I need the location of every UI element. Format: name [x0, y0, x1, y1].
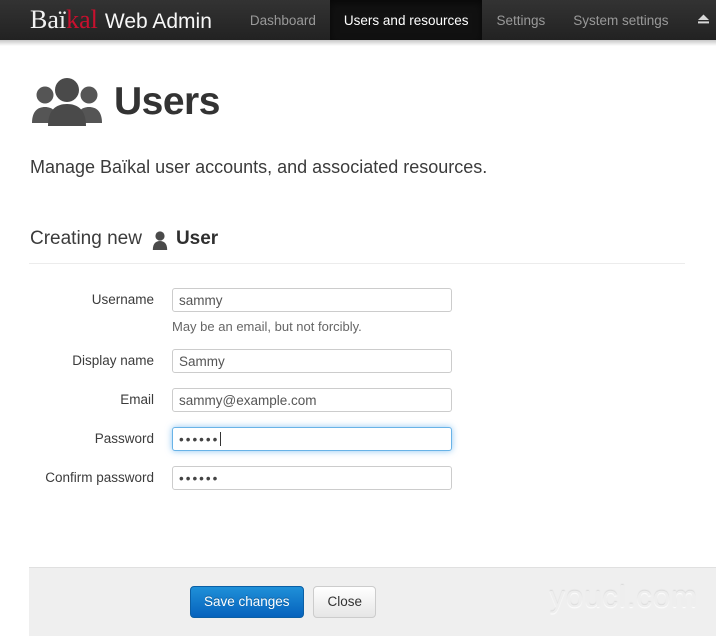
eject-icon [697, 13, 710, 25]
confirm-password-control: •••••• [172, 466, 452, 490]
text-cursor [220, 432, 222, 446]
nav-item-logout[interactable]: Logout [683, 0, 716, 40]
nav-item-settings[interactable]: Settings [482, 0, 559, 40]
brand-part-white: Baï [30, 5, 67, 34]
password-control: •••••• [172, 427, 452, 451]
username-label: Username [91, 292, 154, 307]
save-changes-button[interactable]: Save changes [190, 586, 304, 618]
confirm-password-label: Confirm password [45, 470, 154, 485]
confirm-password-input[interactable]: •••••• [172, 466, 452, 490]
user-form: Username May be an email, but not forcib… [30, 288, 686, 490]
nav-item-dashboard[interactable]: Dashboard [236, 0, 330, 40]
form-row-email: Email [30, 388, 686, 412]
email-control [172, 388, 452, 412]
nav-item-dashboard-label: Dashboard [249, 12, 316, 28]
section-heading-entity: User [175, 228, 219, 249]
section-heading: Creating new User [30, 228, 686, 250]
section-heading-prefix: Creating new [30, 228, 142, 249]
nav-links: Dashboard Users and resources Settings S… [236, 0, 716, 40]
display-name-control [172, 349, 452, 373]
username-input[interactable] [172, 288, 452, 312]
brand-logo[interactable]: Baïkal Web Admin [0, 7, 230, 33]
form-row-display-name: Display name [30, 349, 686, 373]
page-content: Users Manage Baïkal user accounts, and a… [0, 40, 716, 490]
username-control: May be an email, but not forcibly. [172, 288, 452, 334]
email-input[interactable] [172, 388, 452, 412]
password-input[interactable]: •••••• [172, 427, 452, 451]
nav-item-system-settings[interactable]: System settings [559, 0, 682, 40]
form-row-password: Password •••••• [30, 427, 686, 451]
form-row-confirm-password: Confirm password •••••• [30, 466, 686, 490]
users-group-icon [30, 75, 104, 127]
brand-baikal-text: Baïkal [30, 7, 98, 33]
brand-part-red: kal [66, 5, 98, 34]
page-subtitle: Manage Baïkal user accounts, and associa… [30, 157, 488, 177]
username-help-text: May be an email, but not forcibly. [172, 319, 362, 334]
person-icon [152, 230, 168, 250]
brand-suffix: Web Admin [104, 10, 212, 33]
password-label: Password [94, 431, 154, 446]
nav-item-users-and-resources[interactable]: Users and resources [329, 0, 483, 40]
display-name-input[interactable] [172, 349, 452, 373]
display-name-label: Display name [72, 353, 154, 368]
form-actions-bar: Save changes Close [29, 567, 716, 636]
password-masked-value: •••••• [179, 431, 220, 447]
top-navbar: Baïkal Web Admin Dashboard Users and res… [0, 0, 716, 40]
email-label: Email [120, 392, 154, 407]
nav-item-users-and-resources-label: Users and resources [343, 12, 469, 28]
page-title-row: Users [30, 40, 686, 127]
confirm-password-masked-value: •••••• [179, 470, 220, 486]
form-row-username: Username May be an email, but not forcib… [30, 288, 686, 334]
page-title: Users [114, 79, 220, 123]
nav-item-system-settings-label: System settings [573, 12, 669, 28]
section-divider [29, 263, 685, 264]
nav-item-settings-label: Settings [496, 12, 546, 28]
close-button[interactable]: Close [313, 586, 376, 618]
